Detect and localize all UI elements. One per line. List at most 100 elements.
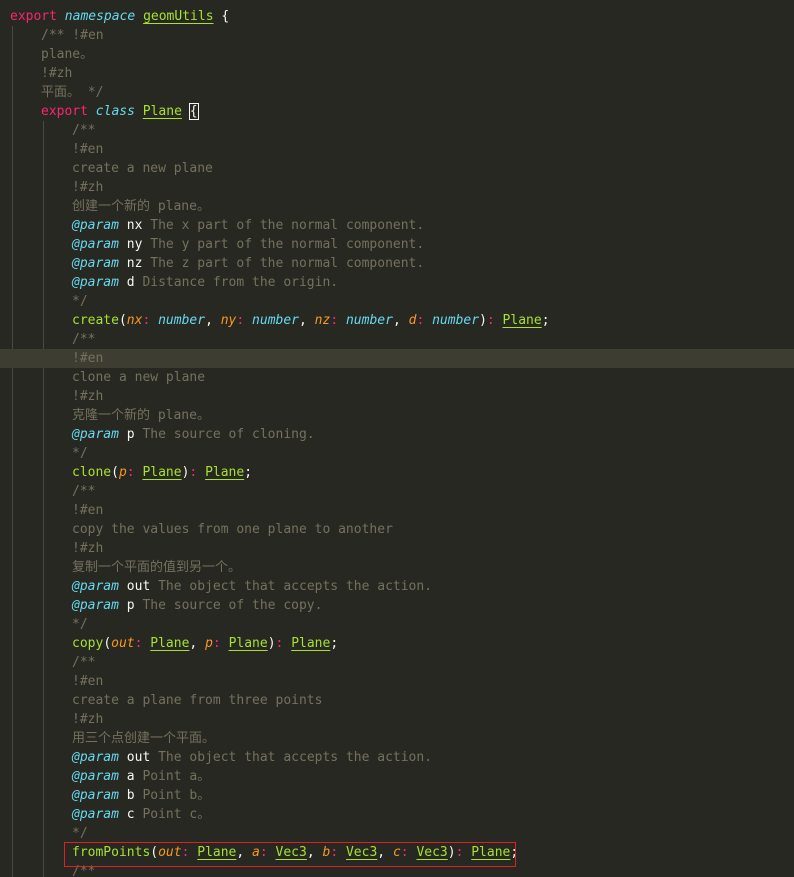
code-line[interactable]: @param out The object that accepts the a… bbox=[0, 748, 794, 767]
code-line[interactable]: @param p The source of the copy. bbox=[0, 596, 794, 615]
code-token: create a new plane bbox=[72, 161, 213, 176]
code-line[interactable]: */ bbox=[0, 292, 794, 311]
code-token: !#en bbox=[72, 503, 104, 518]
code-line[interactable]: @param c Point c。 bbox=[0, 805, 794, 824]
code-token: The object that accepts the action. bbox=[150, 579, 433, 594]
code-token: @param bbox=[72, 750, 119, 765]
code-token: The y part of the normal component. bbox=[142, 237, 425, 252]
code-line[interactable]: export class Plane { bbox=[0, 102, 794, 121]
code-line[interactable]: /** bbox=[0, 482, 794, 501]
code-line[interactable]: @param d Distance from the origin. bbox=[0, 273, 794, 292]
code-line[interactable]: 克隆一个新的 plane。 bbox=[0, 406, 794, 425]
code-line[interactable]: @param a Point a。 bbox=[0, 767, 794, 786]
code-token: p bbox=[205, 636, 213, 651]
code-token: clone bbox=[72, 465, 112, 480]
code-token: 复制一个平面的值到另一个。 bbox=[72, 560, 242, 575]
code-line[interactable]: !#en bbox=[0, 501, 794, 520]
code-line[interactable]: @param ny The y part of the normal compo… bbox=[0, 235, 794, 254]
code-line[interactable]: 用三个点创建一个平面。 bbox=[0, 729, 794, 748]
code-line[interactable]: export namespace geomUtils { bbox=[0, 7, 794, 26]
code-line[interactable]: 复制一个平面的值到另一个。 bbox=[0, 558, 794, 577]
code-line[interactable]: plane。 bbox=[0, 45, 794, 64]
code-token: { bbox=[213, 9, 230, 24]
code-line[interactable]: @param p The source of cloning. bbox=[0, 425, 794, 444]
code-token: ( bbox=[111, 465, 119, 480]
code-token: 克隆一个新的 plane。 bbox=[72, 408, 210, 423]
code-token: : bbox=[212, 636, 221, 651]
code-token: ; bbox=[330, 636, 339, 651]
code-token: ; bbox=[541, 313, 550, 328]
code-token: ) bbox=[267, 636, 276, 651]
code-line[interactable]: */ bbox=[0, 824, 794, 843]
code-line[interactable]: create a new plane bbox=[0, 159, 794, 178]
code-line[interactable]: /** bbox=[0, 653, 794, 672]
code-token: nz bbox=[314, 313, 331, 328]
code-token: The source of the copy. bbox=[134, 598, 323, 613]
code-line[interactable]: !#zh bbox=[0, 178, 794, 197]
code-token: : bbox=[126, 465, 135, 480]
code-token: copy the values from one plane to anothe… bbox=[72, 522, 393, 537]
code-line[interactable]: !#en bbox=[0, 672, 794, 691]
code-token: Plane bbox=[142, 104, 182, 119]
code-token: Plane bbox=[150, 636, 190, 651]
code-token: ; bbox=[244, 465, 253, 480]
code-line[interactable]: create(nx: number, ny: number, nz: numbe… bbox=[0, 311, 794, 330]
code-token: Plane bbox=[502, 313, 542, 328]
code-token: */ bbox=[72, 617, 88, 632]
code-token: @param bbox=[72, 807, 119, 822]
code-line[interactable]: /** bbox=[0, 121, 794, 140]
code-token: Plane bbox=[228, 636, 268, 651]
code-line[interactable]: @param nx The x part of the normal compo… bbox=[0, 216, 794, 235]
code-token: @param bbox=[72, 579, 119, 594]
code-token: c bbox=[118, 807, 135, 822]
code-line[interactable]: */ bbox=[0, 615, 794, 634]
code-token: 平面。 */ bbox=[41, 85, 104, 100]
code-line[interactable]: /** bbox=[0, 330, 794, 349]
code-token: : bbox=[330, 313, 339, 328]
code-editor[interactable]: export namespace geomUtils {/** !#en plan… bbox=[0, 0, 794, 877]
code-token: @param bbox=[72, 427, 119, 442]
code-line[interactable]: !#en bbox=[0, 140, 794, 159]
code-line[interactable]: clone(p: Plane): Plane; bbox=[0, 463, 794, 482]
code-line[interactable]: !#zh bbox=[0, 387, 794, 406]
code-token: !#zh bbox=[72, 541, 104, 556]
code-token: copy bbox=[72, 636, 104, 651]
code-token: { bbox=[188, 103, 199, 120]
code-token: ( bbox=[103, 636, 112, 651]
code-line[interactable]: 创建一个新的 plane。 bbox=[0, 197, 794, 216]
code-line[interactable]: clone a new plane bbox=[0, 368, 794, 387]
code-line[interactable]: create a plane from three points bbox=[0, 691, 794, 710]
code-line[interactable]: !#zh bbox=[0, 64, 794, 83]
code-token: @param bbox=[72, 598, 119, 613]
code-line[interactable]: 平面。 */ bbox=[0, 83, 794, 102]
code-token: , bbox=[299, 313, 315, 328]
code-token: number bbox=[158, 313, 206, 328]
code-line[interactable]: !#zh bbox=[0, 710, 794, 729]
code-token: @param bbox=[72, 218, 119, 233]
code-line[interactable]: /** !#en bbox=[0, 26, 794, 45]
code-line[interactable]: copy(out: Plane, p: Plane): Plane; bbox=[0, 634, 794, 653]
code-token: */ bbox=[72, 446, 88, 461]
code-line[interactable]: */ bbox=[0, 444, 794, 463]
code-token: The source of cloning. bbox=[134, 427, 315, 442]
code-line[interactable]: @param b Point b。 bbox=[0, 786, 794, 805]
code-token: !#zh bbox=[72, 180, 104, 195]
code-line[interactable]: !#en bbox=[0, 349, 794, 368]
code-token: 用三个点创建一个平面。 bbox=[72, 731, 216, 746]
code-line[interactable]: !#zh bbox=[0, 539, 794, 558]
code-line[interactable]: @param out The object that accepts the a… bbox=[0, 577, 794, 596]
code-token: The z part of the normal component. bbox=[142, 256, 425, 271]
code-line[interactable]: @param nz The z part of the normal compo… bbox=[0, 254, 794, 273]
code-token: out bbox=[118, 579, 151, 594]
code-line[interactable]: copy the values from one plane to anothe… bbox=[0, 520, 794, 539]
